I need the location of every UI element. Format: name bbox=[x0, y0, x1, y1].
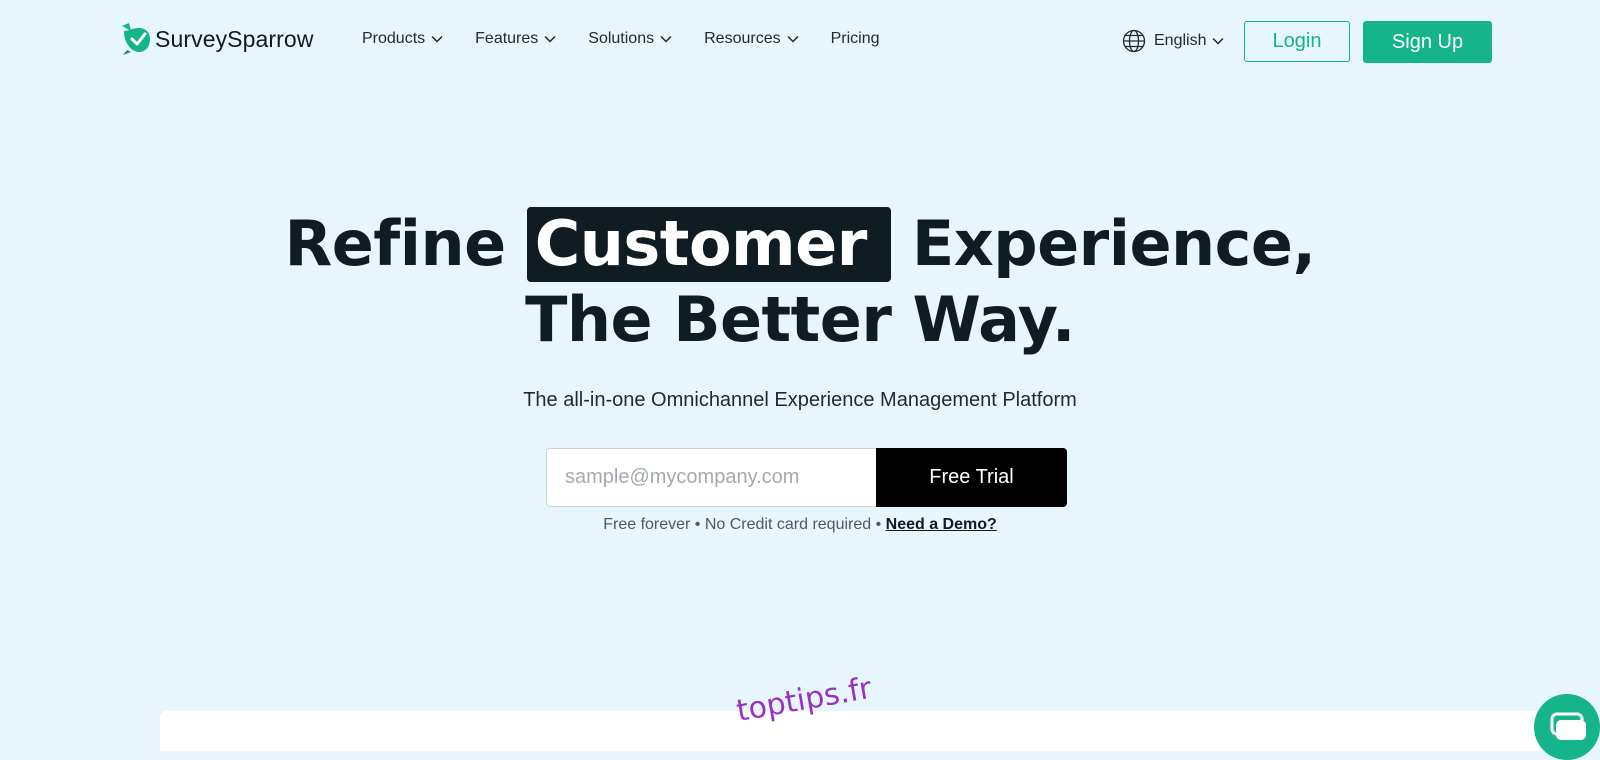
nav-item-label: Features bbox=[475, 30, 539, 47]
globe-icon bbox=[1122, 29, 1146, 53]
signup-note: Free forever • No Credit card required •… bbox=[0, 516, 1600, 534]
brand-logo[interactable]: SurveySparrow bbox=[119, 22, 314, 56]
nav-item-label: Solutions bbox=[588, 30, 655, 47]
chevron-down-icon bbox=[544, 35, 556, 43]
hero-title-post: Experience, bbox=[890, 207, 1316, 280]
content-panel bbox=[160, 711, 1540, 751]
email-input[interactable] bbox=[546, 448, 876, 507]
main-nav: Products Features Solutions Resources Pr… bbox=[362, 30, 912, 48]
need-demo-link[interactable]: Need a Demo? bbox=[886, 516, 997, 533]
hero-title: Refine Customer Experience, The Better W… bbox=[0, 206, 1600, 358]
chevron-down-icon bbox=[431, 35, 443, 43]
brand-name: SurveySparrow bbox=[155, 25, 314, 52]
signup-note-text: Free forever • No Credit card required • bbox=[603, 516, 886, 533]
chat-launcher[interactable] bbox=[1534, 694, 1600, 760]
nav-item-resources[interactable]: Resources bbox=[704, 30, 799, 48]
language-label: English bbox=[1154, 32, 1207, 49]
chevron-down-icon bbox=[1212, 37, 1225, 45]
chevron-down-icon bbox=[660, 35, 672, 43]
free-trial-form: Free Trial bbox=[546, 448, 1067, 507]
hero-title-highlight: Customer bbox=[526, 207, 891, 282]
nav-item-features[interactable]: Features bbox=[475, 30, 556, 48]
nav-item-pricing[interactable]: Pricing bbox=[831, 30, 880, 48]
chevron-down-icon bbox=[787, 35, 799, 43]
nav-item-products[interactable]: Products bbox=[362, 30, 443, 48]
nav-item-label: Pricing bbox=[830, 30, 880, 47]
hero-subtitle: The all-in-one Omnichannel Experience Ma… bbox=[523, 389, 1077, 411]
hero-title-pre: Refine bbox=[284, 207, 527, 280]
nav-item-label: Products bbox=[362, 30, 426, 47]
login-button[interactable]: Login bbox=[1244, 21, 1350, 62]
hero-title-line2: The Better Way. bbox=[525, 283, 1075, 356]
chat-bubble-icon bbox=[1550, 712, 1586, 740]
signup-button[interactable]: Sign Up bbox=[1363, 21, 1492, 63]
nav-item-solutions[interactable]: Solutions bbox=[588, 30, 672, 48]
free-trial-button[interactable]: Free Trial bbox=[876, 448, 1067, 507]
language-selector[interactable]: English bbox=[1122, 29, 1225, 53]
nav-item-label: Resources bbox=[704, 30, 781, 47]
sparrow-check-icon bbox=[122, 23, 150, 55]
